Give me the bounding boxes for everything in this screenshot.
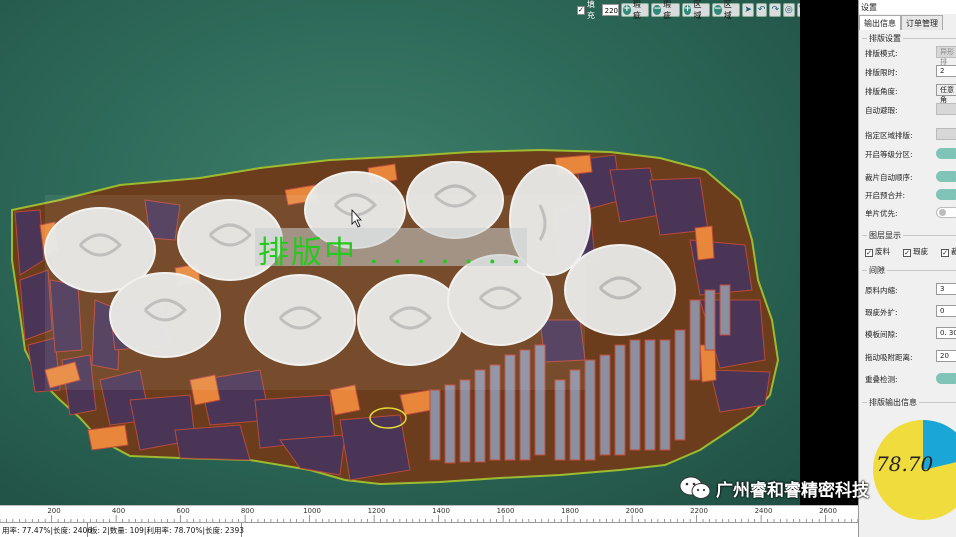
remove-region-button[interactable]: − 区域 [711,0,741,20]
ruler-tick-label: 1000 [303,507,321,515]
remove-defect-button[interactable]: − 瑕疵 [651,0,680,20]
layer-checkbox-cut[interactable]: ✓裁 [941,246,956,257]
ruler-tick-label: 2000 [625,507,644,515]
board-status: 板: 2|数量: 109|利用率: 78.70%|长度: 2393 [88,523,244,537]
minus-icon: − [653,4,662,15]
merge-toggle[interactable] [936,189,956,200]
fill-input[interactable]: 220 [601,4,619,16]
nest-mode-select[interactable]: 异形排 [936,46,956,66]
material-shrink-label: 原料内缩: [865,286,898,295]
overlap-label: 重叠检测: [865,375,898,384]
nest-angle-label: 排版角度: [865,87,898,96]
watermark-text: 广州睿和睿精密科技 [716,480,869,501]
remove-defect-label: 瑕疵 [663,0,672,20]
panel-title: 设置 [859,0,956,14]
nesting-settings-title: 排版设置 [867,33,903,44]
nest-angle-select[interactable]: 任意角 [936,84,956,104]
ruler-tick-label: 2200 [690,507,708,515]
region-nest-label: 指定区域排版: [865,131,913,140]
add-region-label: 区域 [693,0,702,20]
layer-waste-label: 废料 [875,247,890,256]
grade-zone-toggle[interactable] [936,148,956,159]
auto-avoid-label: 自动避瑕: [865,106,898,115]
ruler-tick-label: 2400 [754,507,773,515]
plus-icon: + [623,4,631,15]
fill-checkbox[interactable]: ✓ [577,5,585,15]
redo-icon[interactable]: ↷ [769,3,781,17]
remove-region-label: 区域 [723,0,732,20]
defect-expand-label: 瑕疵外扩: [865,308,898,317]
single-first-toggle[interactable] [936,207,956,218]
utilization-status: 用率: 77.47%|长度: 2406 [0,523,92,537]
overlap-toggle[interactable] [936,373,956,384]
add-region-button[interactable]: + 区域 [681,0,710,20]
layer-checkbox-defect[interactable]: ✓ 瑕疵 [903,246,928,257]
panel-tabs: 输出信息 订单管理 [859,15,943,30]
plus-icon: + [683,4,692,15]
checkbox-icon: ✓ [941,249,949,257]
fill-label: 填充 [586,0,595,20]
select-arrow-icon[interactable]: ➤ [742,3,754,17]
checkbox-icon: ✓ [865,249,873,257]
auto-avoid-select[interactable] [936,103,956,115]
ruler-tick-label: 400 [111,507,126,515]
single-first-label: 单片优先: [865,209,898,218]
ruler-tick-label: 1200 [367,507,386,515]
ruler-tick-label: 2600 [819,507,837,515]
ruler-tick-label: 800 [240,507,255,515]
minus-icon: − [713,4,722,15]
nesting-canvas[interactable]: 排版中 . . . . . . . ✓ 填充 220 + 瑕疵 − 瑕疵 + 区域 −… [0,0,800,505]
region-nest-select[interactable] [936,128,956,140]
spacing-title: 间隙 [867,265,887,276]
ruler-tick-label: 1800 [561,507,579,515]
checkbox-icon: ✓ [903,249,911,257]
nesting-status-text: 排版中 . . . . . . . [258,235,523,271]
ruler-tick-label: 600 [176,507,190,515]
add-defect-label: 瑕疵 [632,0,641,20]
ruler-tick-label: 1600 [496,507,515,515]
auto-order-toggle[interactable] [936,171,956,182]
ruler-tick-label: 200 [47,507,61,515]
drag-snap-label: 拖动吸附距离: [865,353,913,362]
auto-order-label: 裁片自动顺序: [865,173,913,182]
nest-time-input[interactable]: 2 [936,65,956,77]
status-bar: 用率: 77.47%|长度: 2406 板: 2|数量: 109|利用率: 78… [0,522,858,537]
horizontal-ruler: 200 400 600 800 1000 1200 1400 1600 1800 2000 2200… [0,505,858,523]
undo-icon[interactable]: ↶ [755,3,768,17]
nest-time-label: 排版限时: [865,68,898,77]
tab-order-management[interactable]: 订单管理 [901,15,943,30]
layer-title: 图层显示 [867,230,903,241]
wechat-logo-icon [679,476,711,499]
canvas-toolbar: ✓ 填充 220 +瑕疵 −瑕疵 +区域 −区域 ➤ ↶ ↷ ◎ 🗑 [577,0,800,20]
target-icon[interactable]: ◎ [783,3,795,17]
add-defect-button[interactable]: + 瑕疵 [621,0,650,20]
template-gap-input[interactable]: 0. 30 [936,327,956,339]
nest-mode-label: 排版模式: [865,49,898,58]
ruler-tick-label: 1400 [432,507,450,515]
grade-zone-label: 开启等级分区: [865,150,913,159]
tab-output-info[interactable]: 输出信息 [859,15,901,30]
watermark: 广州睿和睿精密科技 [678,475,869,501]
layer-cut-label: 裁 [951,247,956,256]
drag-snap-input[interactable]: 20 [936,350,956,362]
pie-value-label: 78.70 [876,452,934,476]
defect-expand-input[interactable]: 0 [936,305,956,317]
layer-defect-label: 瑕疵 [913,247,928,256]
canvas-edge-strip [800,0,858,537]
layer-checkbox-waste[interactable]: ✓ 废料 [865,246,890,257]
template-gap-label: 模板间隙: [865,330,898,339]
material-shrink-input[interactable]: 3 [936,283,956,295]
merge-label: 开启预合并: [865,191,906,200]
